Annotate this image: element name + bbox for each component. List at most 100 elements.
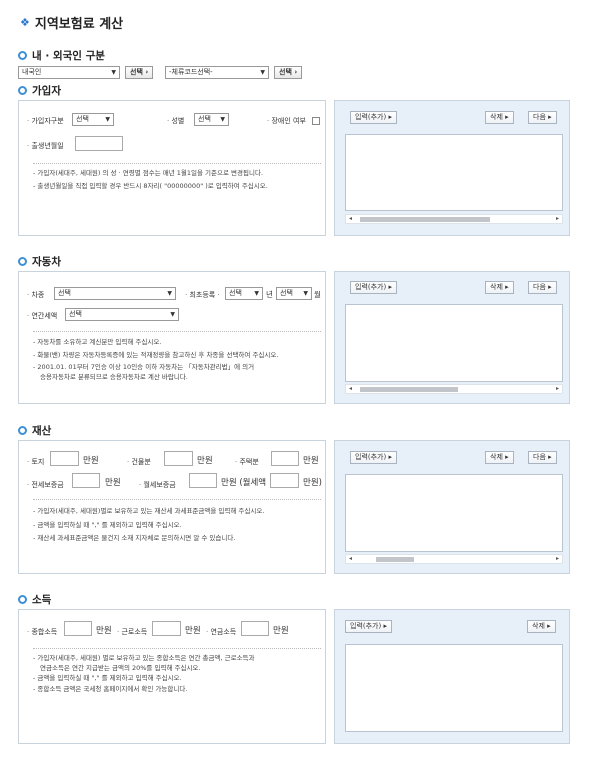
car-month-select[interactable]: 선택 ▼ [276, 287, 312, 300]
page-title: ❖ 지역보험료 계산 [20, 13, 123, 32]
earned-income-input[interactable] [152, 621, 181, 636]
building-unit: 만원 [197, 456, 213, 466]
input-add-button[interactable]: 입력(추가) ▸ [350, 281, 397, 294]
land-input[interactable] [50, 451, 79, 466]
stay-code-select[interactable]: -체류코드선택- ▼ [165, 66, 269, 79]
delete-button[interactable]: 삭제 ▸ [527, 620, 556, 633]
deposit-unit: 만원 [105, 478, 121, 488]
income-panel: 입력(추가) ▸ 삭제 ▸ [334, 609, 570, 744]
next-button[interactable]: 다음 ▸ [528, 281, 557, 294]
property-notes: - 가입자(세대주, 세대원)별로 보유하고 있는 재산세 과세표준금액을 입력… [33, 499, 321, 544]
property-panel: 입력(추가) ▸ 삭제 ▸ 다음 ▸ ◂ ▸ [334, 440, 570, 574]
building-input[interactable] [164, 451, 193, 466]
rent-unit: 만원) [303, 478, 322, 488]
note-line: 연금소득은 연간 지급받는 금액의 20%를 입력해 주십시오. [40, 663, 201, 672]
car-list[interactable] [345, 304, 563, 382]
house-label: · 주택분 [235, 458, 259, 466]
house-input[interactable] [271, 451, 299, 466]
horizontal-scrollbar[interactable]: ◂ ▸ [345, 214, 563, 224]
scroll-right-icon[interactable]: ▸ [556, 555, 559, 563]
scrollbar-thumb[interactable] [376, 557, 414, 562]
rent-label: 만원 (월세액 [221, 478, 267, 488]
monthly-deposit-label: · 월세보증금 [139, 481, 176, 489]
income-form: · 종합소득 만원 · 근로소득 만원 · 연금소득 만원 - 가입자(세대주,… [18, 609, 326, 744]
note-line: - 금액을 입력하실 때 "," 를 제외하고 입력해 주십시오. [33, 520, 182, 529]
input-add-button[interactable]: 입력(추가) ▸ [345, 620, 392, 633]
gender-select[interactable]: 선택 ▼ [194, 113, 229, 126]
car-notes: - 자동차를 소유하고 계신분만 입력해 주십시오. - 화물(밴) 차량은 자… [33, 331, 321, 382]
deposit-label: · 전세보증금 [27, 481, 64, 489]
next-button[interactable]: 다음 ▸ [528, 111, 557, 124]
income-list[interactable] [345, 644, 563, 732]
page-title-text: 지역보험료 계산 [34, 17, 124, 32]
income-notes: - 가입자(세대주, 세대원) 별로 보유하고 있는 종합소득은 연간 총금액,… [33, 648, 321, 694]
scrollbar-thumb[interactable] [360, 217, 490, 222]
property-list[interactable] [345, 474, 563, 552]
car-year-select[interactable]: 선택 ▼ [225, 287, 263, 300]
note-line: - 자동차를 소유하고 계신분만 입력해 주십시오. [33, 338, 162, 346]
total-income-unit: 만원 [96, 626, 112, 636]
delete-button[interactable]: 삭제 ▸ [485, 451, 514, 464]
subscriber-form: · 가입자구분 선택 ▼ · 성별 선택 ▼ · 장애인 여부 · 출생년월일 - … [18, 100, 326, 236]
car-kind-label: · 차종 [27, 291, 45, 299]
scroll-right-icon[interactable]: ▸ [556, 215, 559, 223]
car-kind-select[interactable]: 선택 ▼ [54, 287, 176, 300]
next-button[interactable]: 다음 ▸ [528, 451, 557, 464]
horizontal-scrollbar[interactable]: ◂ ▸ [345, 554, 563, 564]
stay-code-select-button[interactable]: 선택 › [274, 66, 303, 79]
subscriber-type-select[interactable]: 선택 ▼ [72, 113, 114, 126]
earned-income-label: · 근로소득 [117, 628, 148, 636]
horizontal-scrollbar[interactable]: ◂ ▸ [345, 384, 563, 394]
note-line: - 2001.01. 01부터 7인승 이상 10인승 이하 자동차는 「자동차… [33, 363, 255, 371]
house-unit: 만원 [303, 456, 319, 466]
section-title-property: 재산 [18, 423, 51, 438]
input-add-button[interactable]: 입력(추가) ▸ [350, 111, 397, 124]
note-line: - 출생년월일을 직접 입력할 경우 반드시 8자리( "00000000" )… [33, 181, 268, 190]
note-line: - 가입자(세대주, 세대원) 의 성 · 연령별 점수는 매년 1월1일을 기… [33, 169, 264, 177]
car-tax-select[interactable]: 선택 ▼ [65, 308, 179, 321]
building-label: · 건물분 [127, 458, 151, 466]
total-income-input[interactable] [64, 621, 92, 636]
bullet-icon [18, 595, 27, 604]
subscriber-list[interactable] [345, 134, 563, 211]
pension-income-input[interactable] [241, 621, 269, 636]
year-unit: 년 [266, 290, 273, 299]
land-label: · 토지 [27, 458, 45, 466]
input-add-button[interactable]: 입력(추가) ▸ [350, 451, 397, 464]
car-tax-label: · 연간세액 [27, 312, 58, 320]
bullet-icon [18, 257, 27, 266]
earned-income-unit: 만원 [185, 626, 201, 636]
bullet-icon [18, 86, 27, 95]
section-title-subscriber: 가입자 [18, 83, 61, 98]
monthly-deposit-input[interactable] [189, 473, 217, 488]
bullet-icon [18, 51, 27, 60]
scroll-right-icon[interactable]: ▸ [556, 385, 559, 393]
diamond-icon: ❖ [20, 16, 30, 29]
bullet-icon [18, 426, 27, 435]
section-title-car: 자동차 [18, 254, 61, 269]
birth-input[interactable] [75, 136, 123, 151]
subscriber-notes: - 가입자(세대주, 세대원) 의 성 · 연령별 점수는 매년 1월1일을 기… [33, 163, 321, 191]
delete-button[interactable]: 삭제 ▸ [485, 111, 514, 124]
disabled-label: · 장애인 여부 [267, 117, 306, 125]
scroll-left-icon[interactable]: ◂ [349, 215, 352, 223]
nationality-select[interactable]: 내국인 ▼ [18, 66, 120, 79]
disabled-checkbox[interactable] [312, 117, 320, 125]
scrollbar-thumb[interactable] [360, 387, 458, 392]
section-title-nationality: 내 · 외국인 구분 [18, 48, 105, 63]
note-line: - 가입자(세대주, 세대원) 별로 보유하고 있는 종합소득은 연간 총금액,… [33, 654, 255, 662]
monthly-rent-input[interactable] [270, 473, 299, 488]
delete-button[interactable]: 삭제 ▸ [485, 281, 514, 294]
note-line: - 화물(밴) 차량은 자동차등록증에 있는 적재정량을 참고하신 후 차종을 … [33, 350, 279, 359]
subscriber-type-label: · 가입자구분 [27, 117, 64, 125]
nationality-select-button[interactable]: 선택 › [125, 66, 154, 79]
month-unit: 월 [314, 290, 321, 299]
deposit-input[interactable] [72, 473, 100, 488]
scroll-left-icon[interactable]: ◂ [349, 555, 352, 563]
pension-income-unit: 만원 [273, 626, 289, 636]
note-line: - 가입자(세대주, 세대원)별로 보유하고 있는 재산세 과세표준금액을 입력… [33, 507, 265, 515]
chevron-down-icon: ▼ [111, 69, 116, 76]
pension-income-label: · 연금소득 [206, 628, 237, 636]
scroll-left-icon[interactable]: ◂ [349, 385, 352, 393]
car-registration-label: · 최초등록 · [185, 291, 220, 299]
